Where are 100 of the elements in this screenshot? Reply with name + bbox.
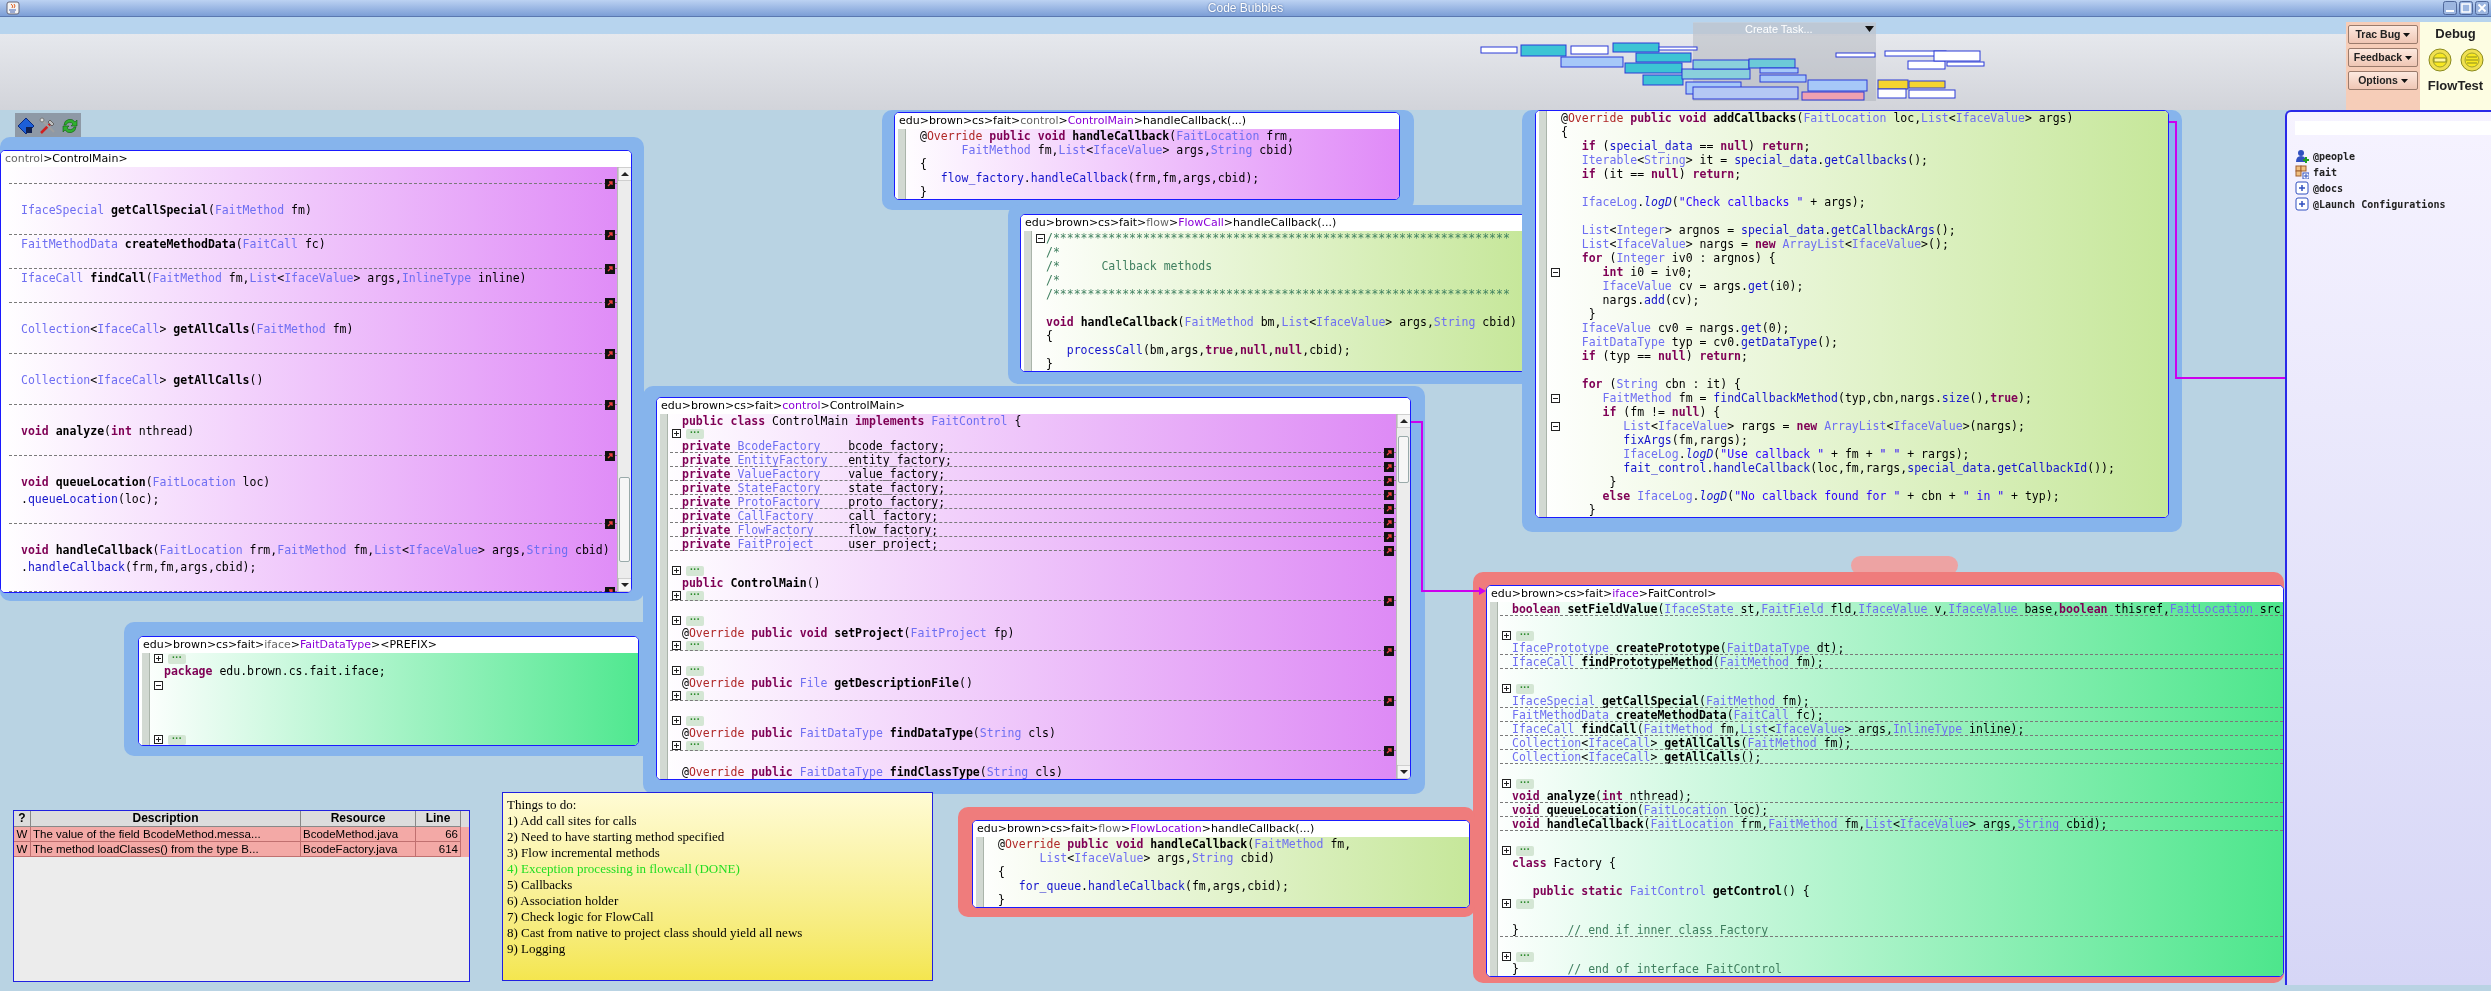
code-line: private CallFactory call_factory; <box>682 509 939 523</box>
code-line: class Factory { <box>1512 856 1616 870</box>
goto-icon[interactable] <box>1384 596 1394 606</box>
tools-icon[interactable] <box>39 116 57 135</box>
project-icon[interactable] <box>2295 165 2309 179</box>
expand-icon[interactable] <box>671 429 681 438</box>
breadcrumb[interactable]: edu>brown>cs>fait>control>ControlMain>handleCallback(...) <box>895 113 1399 129</box>
goto-icon[interactable] <box>1384 504 1394 514</box>
expand-icon[interactable] <box>1501 779 1511 788</box>
person-icon[interactable] <box>2295 149 2309 163</box>
code-line: private BcodeFactory bcode_factory; <box>682 439 946 453</box>
dropdown-button[interactable]: Feedback <box>2348 48 2418 67</box>
goto-icon[interactable] <box>605 298 615 308</box>
expand-icon[interactable] <box>671 716 681 725</box>
breadcrumb[interactable]: edu>brown>cs>fait>flow>FlowCall>handleCallback(...) <box>1021 215 1525 231</box>
goto-icon[interactable] <box>1384 518 1394 528</box>
scrollbar[interactable] <box>1396 414 1410 779</box>
code-line: private FaitProject user_project; <box>682 537 939 551</box>
code-line: List<IfaceValue> args,String cbid) <box>1038 851 1275 865</box>
code-line: void queueLocation(FaitLocation loc); <box>1512 803 1769 817</box>
collapse-icon[interactable] <box>1035 233 1045 243</box>
tree-item[interactable]: fait <box>2313 164 2338 180</box>
collapse-icon[interactable] <box>1550 267 1560 277</box>
expand-icon[interactable] <box>671 741 681 750</box>
expand-icon[interactable] <box>671 591 681 600</box>
goto-icon[interactable] <box>1384 476 1394 486</box>
goto-icon[interactable] <box>1384 490 1394 500</box>
expand-icon[interactable] <box>1501 899 1511 908</box>
dropdown-button[interactable]: Options <box>2348 71 2418 90</box>
scroll-down-button[interactable] <box>1397 765 1410 779</box>
tree-item[interactable]: @people <box>2313 148 2356 164</box>
code-line: FaitMethodData createMethodData(FaitCall fc) <box>21 236 326 251</box>
launch-config-name: FlowTest <box>2427 78 2484 94</box>
goto-icon[interactable] <box>605 179 615 189</box>
collapse-icon[interactable] <box>1550 421 1560 431</box>
code-line: public static FaitControl getControl() { <box>1531 884 1810 898</box>
code-line: public class ControlMain implements FaitControl { <box>682 414 1022 428</box>
goto-icon[interactable] <box>1384 462 1394 472</box>
expand-icon[interactable] <box>1501 952 1511 961</box>
goto-icon[interactable] <box>1384 746 1394 756</box>
caret-icon <box>1865 26 1874 32</box>
expand-icon[interactable] <box>1501 846 1511 855</box>
breadcrumb[interactable]: edu>brown>cs>fait>iface>FaitDataType><PREFIX> <box>139 637 638 653</box>
goto-icon[interactable] <box>605 349 615 359</box>
dropdown-button[interactable]: Trac Bug <box>2348 25 2418 44</box>
scroll-thumb[interactable] <box>1398 435 1409 484</box>
expand-icon[interactable] <box>671 666 681 675</box>
close-icon[interactable] <box>2475 1 2489 15</box>
note-item: 9) Logging <box>507 941 567 957</box>
code-line: package edu.brown.cs.fait.iface; <box>164 664 386 678</box>
diamond-icon[interactable] <box>17 116 35 135</box>
scroll-down-button[interactable] <box>618 578 631 592</box>
scroll-up-button[interactable] <box>618 167 631 181</box>
code-line: @Override public FaitDataType findDataType(String cls) <box>682 726 1056 740</box>
goto-icon[interactable] <box>605 451 615 461</box>
goto-icon[interactable] <box>605 264 615 274</box>
goto-icon[interactable] <box>605 400 615 410</box>
tree-item[interactable]: @Launch Configurations <box>2313 196 2446 212</box>
expand-icon[interactable] <box>1501 684 1511 693</box>
note-item: 3) Flow incremental methods <box>507 845 661 861</box>
expand-icon[interactable] <box>153 654 163 663</box>
minus-circle-icon[interactable] <box>2427 48 2452 72</box>
tree-item[interactable]: @docs <box>2313 180 2344 196</box>
expand-icon[interactable] <box>671 616 681 625</box>
code-line: void queueLocation(FaitLocation loc) <box>21 474 271 489</box>
code-line: Collection<IfaceCall> getAllCalls(FaitMethod fm); <box>1512 736 1852 750</box>
breadcrumb[interactable]: edu>brown>cs>fait>flow>FlowLocation>handleCallback(...) <box>973 821 1469 837</box>
goto-icon[interactable] <box>1384 448 1394 458</box>
collapse-icon[interactable] <box>1550 393 1560 403</box>
collapse-icon[interactable] <box>153 680 163 690</box>
table-cell: 614 <box>416 842 461 857</box>
expand-icon[interactable] <box>671 641 681 650</box>
code-line: void handleCallback(FaitMethod bm,List<IfaceValue> args,String cbid) <box>1046 315 1517 329</box>
expand-icon[interactable] <box>671 691 681 700</box>
note-item: 8) Cast from native to project class should yield all news <box>507 925 804 941</box>
goto-icon[interactable] <box>1384 646 1394 656</box>
lines-circle-icon[interactable] <box>2459 48 2484 72</box>
expand-icon[interactable] <box>671 566 681 575</box>
code-line: void analyze(int nthread); <box>1512 789 1693 803</box>
code-line: void handleCallback(FaitLocation frm,FaitMethod fm,List<IfaceValue> args,String cbid); <box>1512 817 2108 831</box>
code-line: Collection<IfaceCall> getAllCalls(); <box>1512 750 1762 764</box>
minimize-icon[interactable] <box>2443 1 2457 15</box>
code-line: IfaceCall findCall(FaitMethod fm,List<IfaceValue> args,InlineType inline) <box>21 270 527 285</box>
goto-icon[interactable] <box>1384 532 1394 542</box>
code-line: { <box>1561 125 1568 139</box>
code-line: } <box>1587 307 1596 321</box>
code-line: IfaceSpecial getCallSpecial(FaitMethod fm) <box>21 202 312 217</box>
goto-icon[interactable] <box>1384 546 1394 556</box>
code-line: IfaceSpecial getCallSpecial(FaitMethod fm); <box>1512 694 1810 708</box>
scrollbar[interactable] <box>617 167 631 592</box>
scroll-up-button[interactable] <box>1397 414 1410 428</box>
expand-icon[interactable] <box>153 735 163 744</box>
goto-icon[interactable] <box>605 230 615 240</box>
goto-icon[interactable] <box>1384 696 1394 706</box>
scroll-thumb[interactable] <box>619 477 630 563</box>
maximize-icon[interactable] <box>2459 1 2473 15</box>
note-item: 5) Callbacks <box>507 877 574 893</box>
expand-icon[interactable] <box>1501 631 1511 640</box>
goto-icon[interactable] <box>605 519 615 529</box>
code-line: private StateFactory state_factory; <box>682 481 946 495</box>
